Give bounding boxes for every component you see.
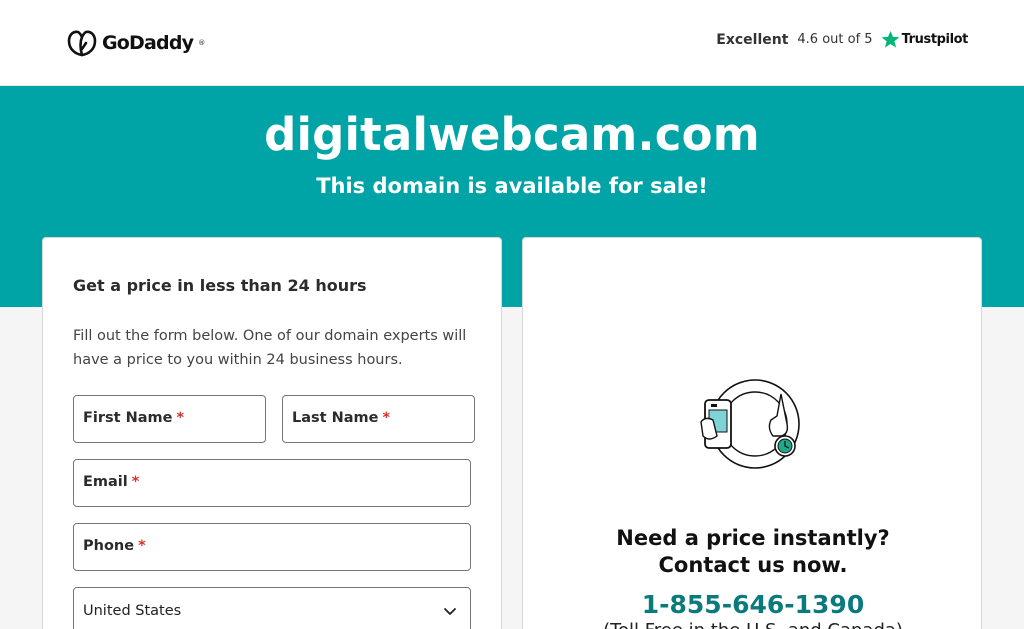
instant-price-heading: Need a price instantly? Contact us now. <box>616 526 890 577</box>
first-name-label: First Name * <box>83 410 185 426</box>
phone-label: Phone * <box>83 538 146 554</box>
phone-hand-illustration <box>700 379 800 469</box>
required-marker: * <box>138 538 146 554</box>
last-name-label: Last Name * <box>292 410 391 426</box>
site-header: GoDaddy ® Excellent 4.6 out of 5 Trustpil… <box>0 0 1024 86</box>
country-select[interactable]: United States <box>73 587 471 629</box>
required-marker: * <box>131 474 140 490</box>
for-sale-tagline: This domain is available for sale! <box>316 174 708 198</box>
phone-field[interactable]: Phone * <box>73 523 471 571</box>
contact-phone-link[interactable]: 1-855-646-1390 <box>523 590 983 619</box>
trust-rating-label: Excellent <box>716 31 789 48</box>
country-selected-value: United States <box>83 603 182 619</box>
first-name-field[interactable]: First Name * <box>73 395 266 443</box>
price-request-form: Get a price in less than 24 hours Fill o… <box>42 237 502 629</box>
trustpilot-star-icon <box>881 30 900 48</box>
godaddy-logo[interactable]: GoDaddy ® <box>66 28 205 58</box>
trustpilot-brand: Trustpilot <box>901 32 969 47</box>
logo-wordmark: GoDaddy <box>102 32 194 54</box>
toll-free-note: (Toll Free in the U.S. and Canada) <box>523 620 983 629</box>
trustpilot-rating[interactable]: Excellent 4.6 out of 5 Trustpilot <box>716 30 968 49</box>
required-marker: * <box>382 410 391 426</box>
godaddy-logo-icon <box>67 30 97 57</box>
email-field[interactable]: Email * <box>73 459 471 507</box>
form-title: Get a price in less than 24 hours <box>73 276 367 295</box>
trust-score: 4.6 out of 5 <box>797 32 873 47</box>
last-name-field[interactable]: Last Name * <box>282 395 475 443</box>
domain-name-heading: digitalwebcam.com <box>264 108 760 161</box>
required-marker: * <box>176 410 185 426</box>
logo-trademark: ® <box>198 39 206 47</box>
form-description: Fill out the form below. One of our doma… <box>73 328 467 368</box>
email-label: Email * <box>83 474 140 490</box>
chevron-down-icon <box>444 608 456 615</box>
instant-price-card: Need a price instantly? Contact us now. … <box>522 237 982 629</box>
